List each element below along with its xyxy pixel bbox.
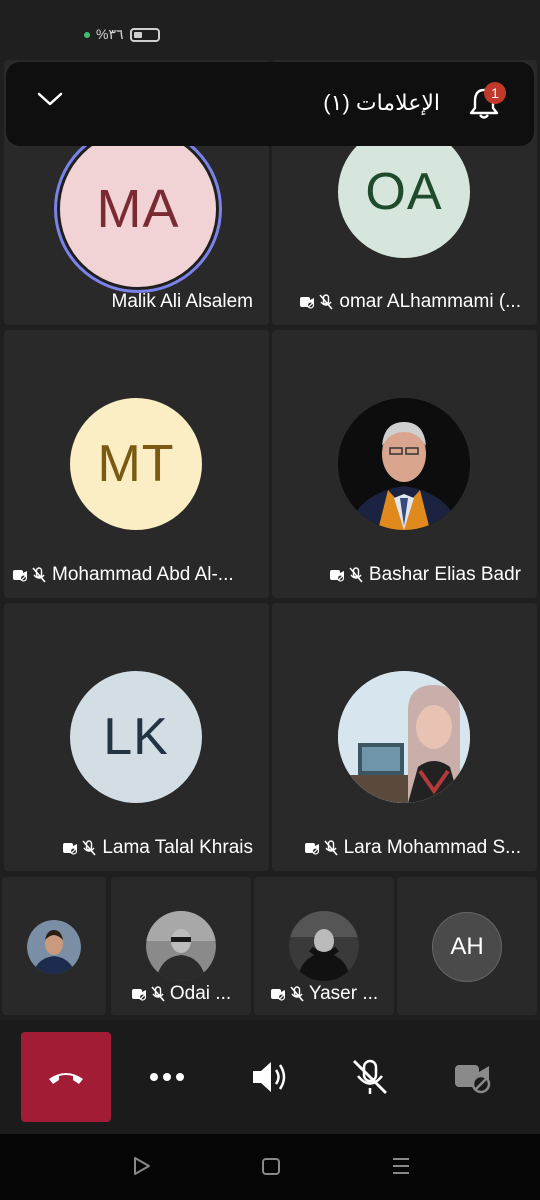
speaker-icon bbox=[253, 1062, 286, 1092]
notification-count-badge: 1 bbox=[484, 82, 506, 104]
avatar-initials: MT bbox=[97, 435, 175, 493]
participant-tile[interactable]: MT Mohammad Abd Al-... bbox=[4, 330, 269, 598]
camera-off-icon bbox=[304, 843, 319, 855]
avatar bbox=[338, 398, 470, 530]
speaker-button[interactable] bbox=[224, 1032, 314, 1122]
camera-off-icon bbox=[300, 297, 315, 309]
profile-photo bbox=[27, 920, 81, 974]
notification-label: الإعلامات (١) bbox=[323, 90, 440, 115]
recents-icon[interactable] bbox=[391, 1154, 411, 1178]
camera-off-icon bbox=[131, 989, 146, 1001]
participant-tile[interactable]: LK Lama Talal Khrais bbox=[4, 603, 269, 871]
participant-name: Bashar Elias Badr bbox=[329, 564, 521, 586]
camera-off-icon bbox=[329, 570, 345, 582]
participant-name: Lara Mohammad S... bbox=[304, 837, 521, 859]
system-navigation-bar bbox=[0, 1134, 540, 1200]
participant-tile-small[interactable]: AH bbox=[397, 877, 537, 1015]
chevron-down-icon[interactable] bbox=[36, 90, 64, 108]
mic-muted-icon bbox=[32, 567, 46, 583]
avatar-initials: LK bbox=[103, 708, 169, 766]
mic-off-icon bbox=[353, 1059, 387, 1094]
back-icon[interactable] bbox=[132, 1154, 152, 1178]
mic-muted-icon bbox=[151, 986, 165, 1002]
profile-photo bbox=[338, 398, 470, 530]
more-horizontal-icon bbox=[150, 1073, 184, 1081]
mic-muted-icon bbox=[323, 840, 338, 856]
battery-percentage: %٣٦ bbox=[96, 26, 124, 42]
participant-tile-small[interactable] bbox=[2, 877, 106, 1015]
avatar-initials: OA bbox=[365, 163, 443, 221]
participant-tile[interactable]: Lara Mohammad S... bbox=[272, 603, 537, 871]
mic-muted-icon bbox=[319, 294, 333, 310]
hang-up-button[interactable] bbox=[21, 1032, 111, 1122]
more-options-button[interactable] bbox=[122, 1032, 212, 1122]
home-icon[interactable] bbox=[261, 1154, 281, 1178]
participant-name: Odai ... bbox=[111, 983, 251, 1005]
phone-hangup-icon bbox=[49, 1073, 83, 1084]
camera-off-icon bbox=[455, 1065, 491, 1094]
battery-icon bbox=[129, 27, 160, 42]
participant-name: Mohammad Abd Al-... bbox=[12, 564, 234, 586]
profile-photo bbox=[338, 671, 470, 803]
camera-off-icon bbox=[13, 570, 28, 582]
camera-toggle-button[interactable] bbox=[428, 1032, 518, 1122]
participant-name: Yaser ... bbox=[254, 983, 394, 1005]
privacy-indicator-dot bbox=[84, 31, 90, 38]
avatar bbox=[338, 671, 470, 803]
avatar-initials: MA bbox=[60, 131, 216, 287]
avatar: AH bbox=[432, 912, 502, 982]
profile-photo bbox=[289, 911, 359, 981]
participant-name: Malik Ali Alsalem bbox=[111, 291, 254, 312]
participant-tile-small[interactable]: Yaser ... bbox=[254, 877, 394, 1015]
participant-tile[interactable]: Bashar Elias Badr bbox=[272, 330, 537, 598]
camera-off-icon bbox=[270, 989, 285, 1001]
avatar-initials: AH bbox=[450, 933, 484, 960]
notification-banner[interactable]: الإعلامات (١) 1 bbox=[6, 62, 534, 146]
participant-name: Lama Talal Khrais bbox=[62, 837, 253, 859]
status-bar: %٣٦ bbox=[0, 0, 540, 56]
participant-name: omar ALhammami (... bbox=[299, 291, 521, 313]
call-controls-bar bbox=[0, 1020, 540, 1134]
mic-muted-icon bbox=[290, 986, 304, 1002]
mic-muted-icon bbox=[82, 840, 96, 856]
profile-photo bbox=[146, 911, 216, 981]
avatar: MT bbox=[70, 398, 202, 530]
camera-off-icon bbox=[63, 843, 78, 855]
mute-button[interactable] bbox=[325, 1032, 415, 1122]
mic-muted-icon bbox=[349, 567, 363, 583]
avatar: LK bbox=[70, 671, 202, 803]
avatar: MA bbox=[54, 125, 222, 293]
participant-tile-small[interactable]: Odai ... bbox=[111, 877, 251, 1015]
